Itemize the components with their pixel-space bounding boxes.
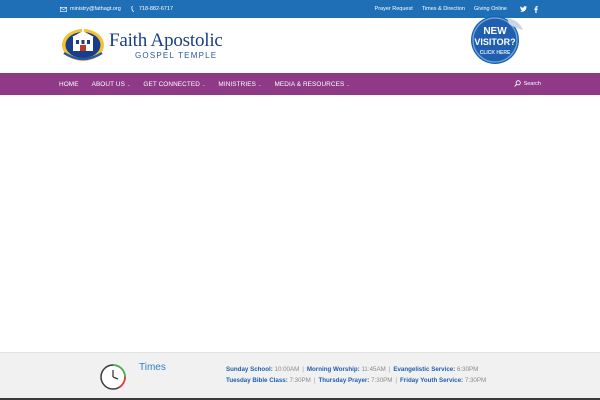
schedule-row: Sunday School: 10:00AM | Morning Worship: … bbox=[226, 364, 486, 375]
giving-online-link[interactable]: Giving Online bbox=[474, 6, 507, 12]
schedule-time: 7:30PM bbox=[289, 377, 311, 384]
times-direction-link[interactable]: Times & Direction bbox=[422, 6, 465, 12]
site-logo[interactable]: Faith Apostolic GOSPEL TEMPLE bbox=[60, 27, 223, 63]
nav-menu: HOME ABOUT US ⌄ GET CONNECTED ⌄ MINISTRI… bbox=[59, 73, 363, 95]
nav-label: MEDIA & RESOURCES bbox=[274, 80, 345, 88]
schedule-time: 10:00AM bbox=[274, 366, 300, 373]
schedule-label: Evangelistic Service: bbox=[393, 366, 456, 373]
church-emblem-icon bbox=[62, 28, 104, 61]
phone-icon bbox=[131, 6, 136, 12]
schedule-label: Tuesday Bible Class: bbox=[226, 377, 288, 384]
logo-subtitle: GOSPEL TEMPLE bbox=[135, 50, 218, 60]
schedule-time: 7:30PM bbox=[371, 377, 393, 384]
logo-wordmark: Faith Apostolic GOSPEL TEMPLE bbox=[109, 29, 223, 60]
separator: | bbox=[302, 366, 304, 373]
schedule-row: Tuesday Bible Class: 7:30PM | Thursday Pra… bbox=[226, 375, 486, 386]
badge-line-visitor: VISITOR? bbox=[474, 37, 515, 47]
times-heading: Times bbox=[139, 362, 166, 373]
nav-label: MINISTRIES bbox=[218, 80, 256, 88]
chevron-down-icon: ⌄ bbox=[258, 81, 262, 87]
nav-label: GET CONNECTED bbox=[143, 80, 200, 88]
prayer-request-link[interactable]: Prayer Request bbox=[375, 6, 413, 12]
contact-info: ministry@fathagt.org 718-882-6717 bbox=[60, 0, 173, 18]
mail-icon bbox=[60, 6, 67, 12]
schedule-time: 6:30PM bbox=[457, 366, 479, 373]
nav-item-home[interactable]: HOME bbox=[59, 81, 79, 88]
schedule-label: Thursday Prayer: bbox=[318, 377, 370, 384]
schedule-label: Friday Youth Service: bbox=[400, 377, 464, 384]
search-button[interactable]: Search bbox=[513, 73, 541, 95]
nav-label: ABOUT US bbox=[91, 80, 125, 88]
phone-text: 718-882-6717 bbox=[138, 6, 174, 12]
chevron-down-icon: ⌄ bbox=[346, 81, 350, 87]
chevron-down-icon: ⌄ bbox=[126, 81, 131, 87]
social-links bbox=[520, 5, 538, 13]
service-schedule: Sunday School: 10:00AM | Morning Worship: … bbox=[226, 364, 486, 386]
nav-item-about-us[interactable]: ABOUT US ⌄ bbox=[92, 81, 131, 88]
main-nav: HOME ABOUT US ⌄ GET CONNECTED ⌄ MINISTRI… bbox=[0, 73, 600, 95]
phone-link[interactable]: 718-882-6717 bbox=[131, 6, 173, 12]
schedule-label: Sunday School: bbox=[226, 366, 273, 373]
schedule-time: 11:45AM bbox=[361, 366, 386, 373]
nav-label: HOME bbox=[59, 80, 79, 88]
separator: | bbox=[313, 377, 316, 384]
email-text: ministry@fathagt.org bbox=[70, 6, 121, 12]
schedule-time: 7:30PM bbox=[464, 377, 487, 384]
email-link[interactable]: ministry@fathagt.org bbox=[60, 6, 121, 12]
separator: | bbox=[388, 366, 391, 373]
service-times-section: Times Sunday School: 10:00AM | Morning Wor… bbox=[0, 352, 600, 398]
separator: | bbox=[395, 377, 398, 384]
site-header: Faith Apostolic GOSPEL TEMPLE NEW VISITO… bbox=[0, 16, 600, 73]
search-label: Search bbox=[523, 81, 541, 87]
facebook-icon[interactable] bbox=[534, 5, 538, 13]
badge-line-click: CLICK HERE bbox=[480, 50, 511, 56]
badge-line-new: NEW bbox=[483, 26, 507, 37]
chevron-down-icon: ⌄ bbox=[201, 81, 206, 87]
twitter-icon[interactable] bbox=[520, 6, 527, 12]
clock-icon bbox=[100, 364, 126, 390]
nav-item-ministries[interactable]: MINISTRIES ⌄ bbox=[218, 81, 261, 88]
nav-item-media-resources[interactable]: MEDIA & RESOURCES ⌄ bbox=[274, 81, 349, 88]
nav-item-get-connected[interactable]: GET CONNECTED ⌄ bbox=[143, 81, 205, 88]
new-visitor-badge[interactable]: NEW VISITOR? CLICK HERE bbox=[467, 16, 525, 68]
search-icon bbox=[513, 79, 521, 89]
schedule-label: Morning Worship: bbox=[306, 366, 360, 373]
logo-title: Faith Apostolic bbox=[109, 29, 223, 51]
